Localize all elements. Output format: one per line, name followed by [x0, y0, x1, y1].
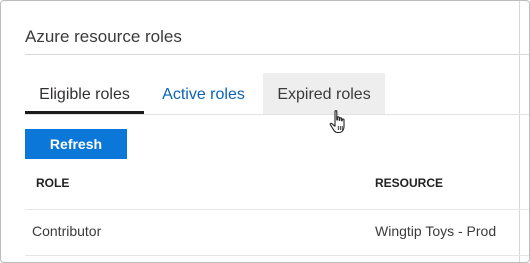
table-cell-role[interactable]: Contributor [32, 223, 101, 239]
table-header-divider [25, 209, 529, 210]
table-cell-resource[interactable]: Wingtip Toys - Prod [375, 223, 496, 239]
scroll-edge-divider [519, 1, 520, 262]
refresh-button[interactable]: Refresh [25, 129, 127, 159]
hand-pointer-icon [329, 110, 345, 134]
column-header-resource[interactable]: RESOURCE [375, 176, 443, 190]
role-tabs: Eligible roles Active roles Expired role… [25, 73, 529, 115]
column-header-role[interactable]: ROLE [36, 176, 69, 190]
tab-eligible-roles[interactable]: Eligible roles [25, 73, 144, 114]
tab-divider [25, 114, 529, 115]
tab-active-roles[interactable]: Active roles [153, 73, 254, 114]
table-row-divider [25, 255, 529, 256]
title-divider [25, 54, 529, 55]
panel-title: Azure resource roles [25, 27, 182, 46]
tab-expired-roles[interactable]: Expired roles [263, 73, 385, 114]
resource-roles-panel: Azure resource roles Eligible roles Acti… [0, 0, 530, 263]
